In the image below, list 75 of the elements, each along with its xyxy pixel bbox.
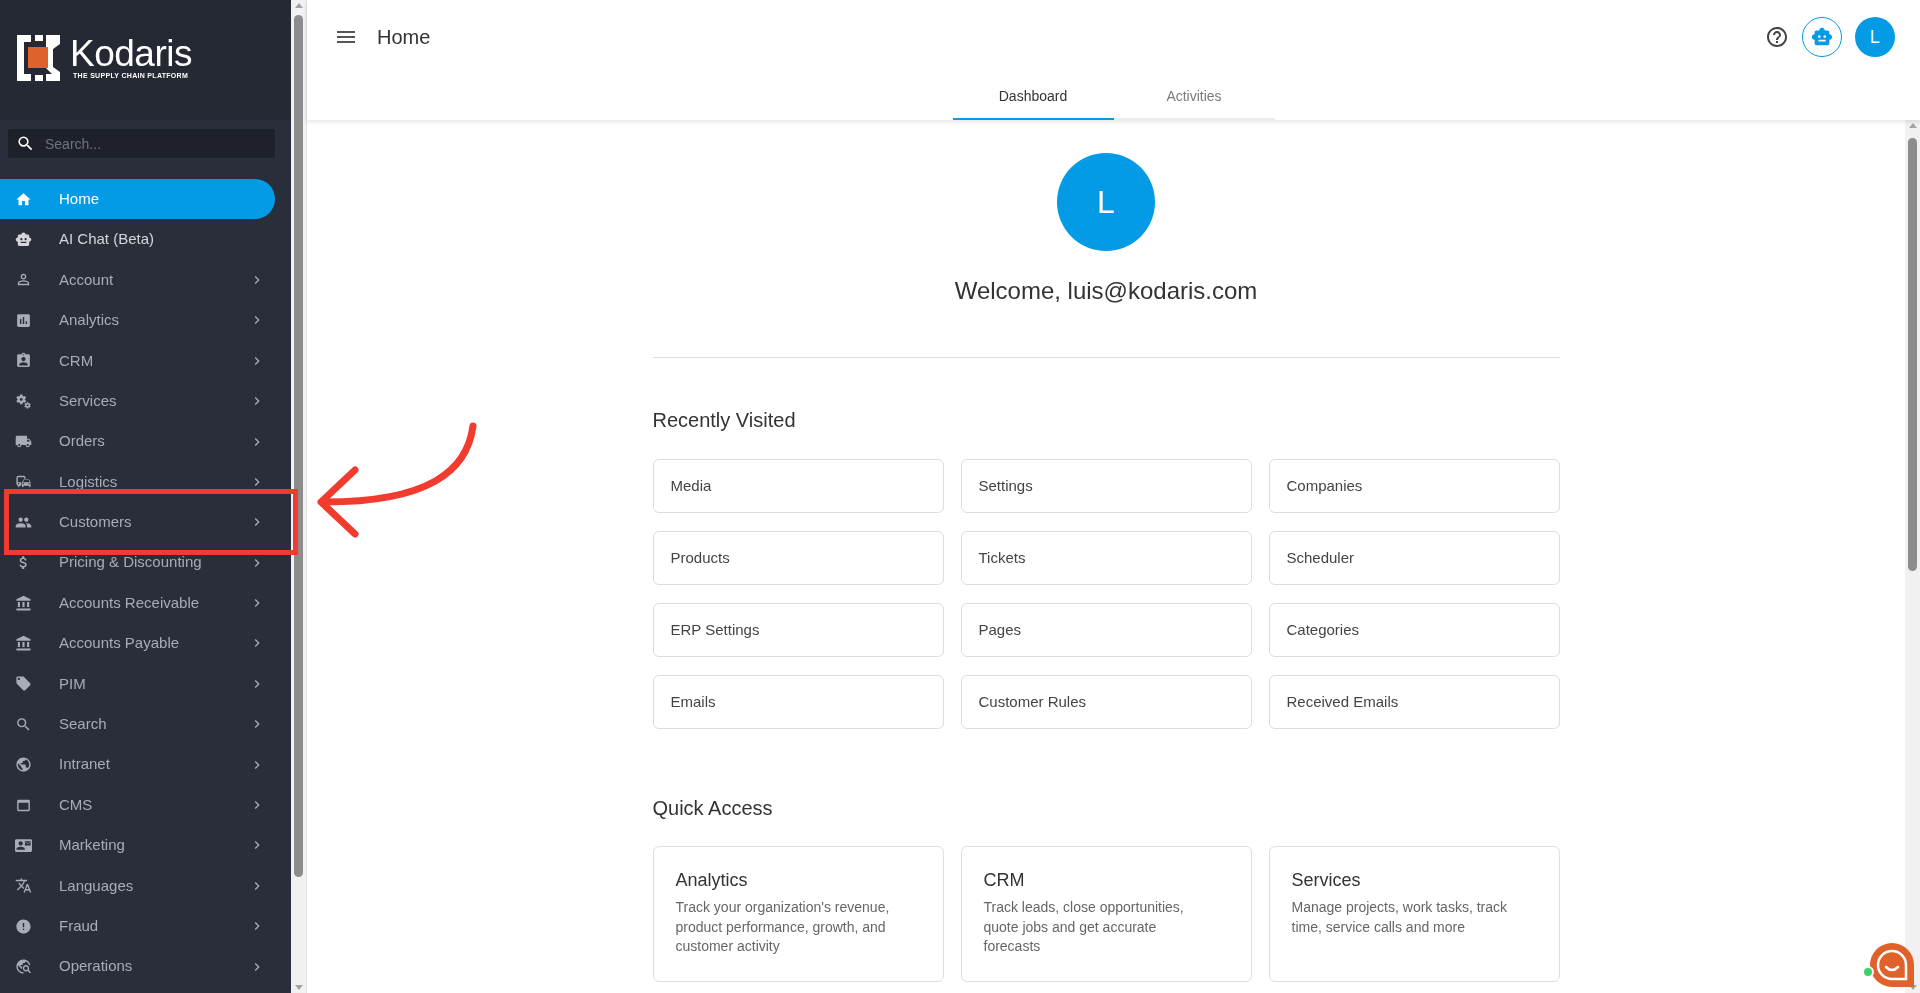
recent-link[interactable]: Categories (1268, 603, 1560, 657)
recent-link[interactable]: Scheduler (1268, 531, 1560, 585)
sidebar-item[interactable]: AI Chat (Beta) (0, 219, 275, 260)
sidebar-item[interactable]: Pricing & Discounting (0, 542, 275, 583)
sidebar-item[interactable]: Services (0, 380, 275, 422)
bank-icon (15, 594, 32, 612)
help-icon[interactable] (1765, 25, 1789, 49)
avatar-button[interactable]: L (1855, 17, 1895, 57)
card-description: Track leads, close opportunities, quote jobs and get accurate forecasts (983, 898, 1185, 956)
caret-up-icon[interactable] (294, 3, 303, 8)
contact-card-icon (15, 836, 32, 854)
caret-down-icon[interactable] (294, 985, 303, 990)
card-description: Track your organization's revenue, product performance, growth, and customer activity (675, 898, 891, 956)
sidebar-item[interactable]: Account (0, 259, 275, 301)
card-description: Manage projects, work tasks, track time, service calls and more (1291, 898, 1509, 937)
quick-access-card[interactable]: Services Manage projects, work tasks, track time, service calls and more (1268, 846, 1560, 982)
recent-link[interactable]: Customer Rules (960, 675, 1252, 729)
sidebar-item[interactable]: Analytics (0, 300, 275, 341)
sidebar-item[interactable]: Operations (0, 946, 275, 987)
sidebar-item[interactable]: CMS (0, 784, 275, 826)
search-icon (15, 715, 32, 733)
section-title: Recently Visited (652, 408, 796, 433)
gears-icon (15, 392, 32, 410)
bank-icon (15, 635, 32, 652)
sidebar-item[interactable]: PIM (0, 663, 275, 705)
home-icon (15, 190, 32, 208)
scrollbar-thumb[interactable] (294, 15, 303, 877)
globe-search-icon (15, 958, 32, 976)
sidebar-item[interactable]: CRM (0, 340, 275, 381)
logo-mark-icon (17, 34, 60, 81)
robot-icon (1811, 26, 1833, 48)
user-avatar: L (1057, 153, 1155, 251)
recent-link[interactable]: Tickets (960, 531, 1252, 585)
recent-link[interactable]: Emails (652, 675, 944, 729)
card-title: CRM (983, 869, 1025, 892)
welcome-message: Welcome, luis@kodaris.com (954, 276, 1258, 306)
section-title: Quick Access (652, 796, 773, 821)
sidebar-item[interactable]: Orders (0, 421, 275, 462)
bar-chart-icon (15, 311, 32, 329)
page-title: Home (377, 25, 431, 50)
id-card-icon (15, 352, 32, 370)
recent-link[interactable]: Received Emails (1268, 675, 1560, 729)
sidebar-item[interactable]: Customers (0, 502, 275, 543)
chat-bubble-icon[interactable] (1869, 942, 1915, 988)
tab[interactable]: Activities (1113, 74, 1275, 120)
sidebar-item[interactable]: Marketing (0, 825, 275, 866)
recent-link[interactable]: Companies (1268, 459, 1560, 513)
card-title: Analytics (675, 869, 748, 892)
scrollbar-thumb[interactable] (1908, 138, 1917, 571)
tab[interactable]: Dashboard (952, 74, 1114, 120)
globe-icon (15, 756, 32, 774)
sidebar-item[interactable]: Home (0, 179, 275, 220)
sidebar-item[interactable]: Languages (0, 865, 275, 907)
sidebar-item[interactable]: Search (0, 704, 275, 745)
sidebar-item[interactable]: Accounts Receivable (0, 582, 275, 624)
recent-link[interactable]: Settings (960, 459, 1252, 513)
recent-link[interactable]: Products (652, 531, 944, 585)
tag-icon (15, 675, 32, 693)
search-field[interactable]: Search... (8, 129, 275, 158)
caret-up-icon[interactable] (1908, 123, 1917, 128)
search-icon (16, 134, 35, 153)
card-title: Services (1291, 869, 1361, 892)
recent-link[interactable]: ERP Settings (652, 603, 944, 657)
quick-access-card[interactable]: CRM Track leads, close opportunities, quote jobs and get accurate forecasts (960, 846, 1252, 982)
alert-icon (15, 917, 32, 935)
robot-icon (15, 231, 32, 249)
logo-wordmark: Kodaris (70, 35, 192, 72)
recent-link[interactable]: Media (652, 459, 944, 513)
sidebar-item[interactable]: Intranet (0, 744, 275, 785)
sidebar-item[interactable]: Accounts Payable (0, 623, 275, 664)
translate-icon (15, 877, 32, 895)
sidebar-item[interactable]: Fraud (0, 906, 275, 947)
sidebar-item[interactable]: Logistics (0, 461, 275, 503)
quick-access-card[interactable]: Analytics Track your organization's revenue, product performance, growth, and customer activity (652, 846, 944, 982)
recent-link[interactable]: Pages (960, 603, 1252, 657)
